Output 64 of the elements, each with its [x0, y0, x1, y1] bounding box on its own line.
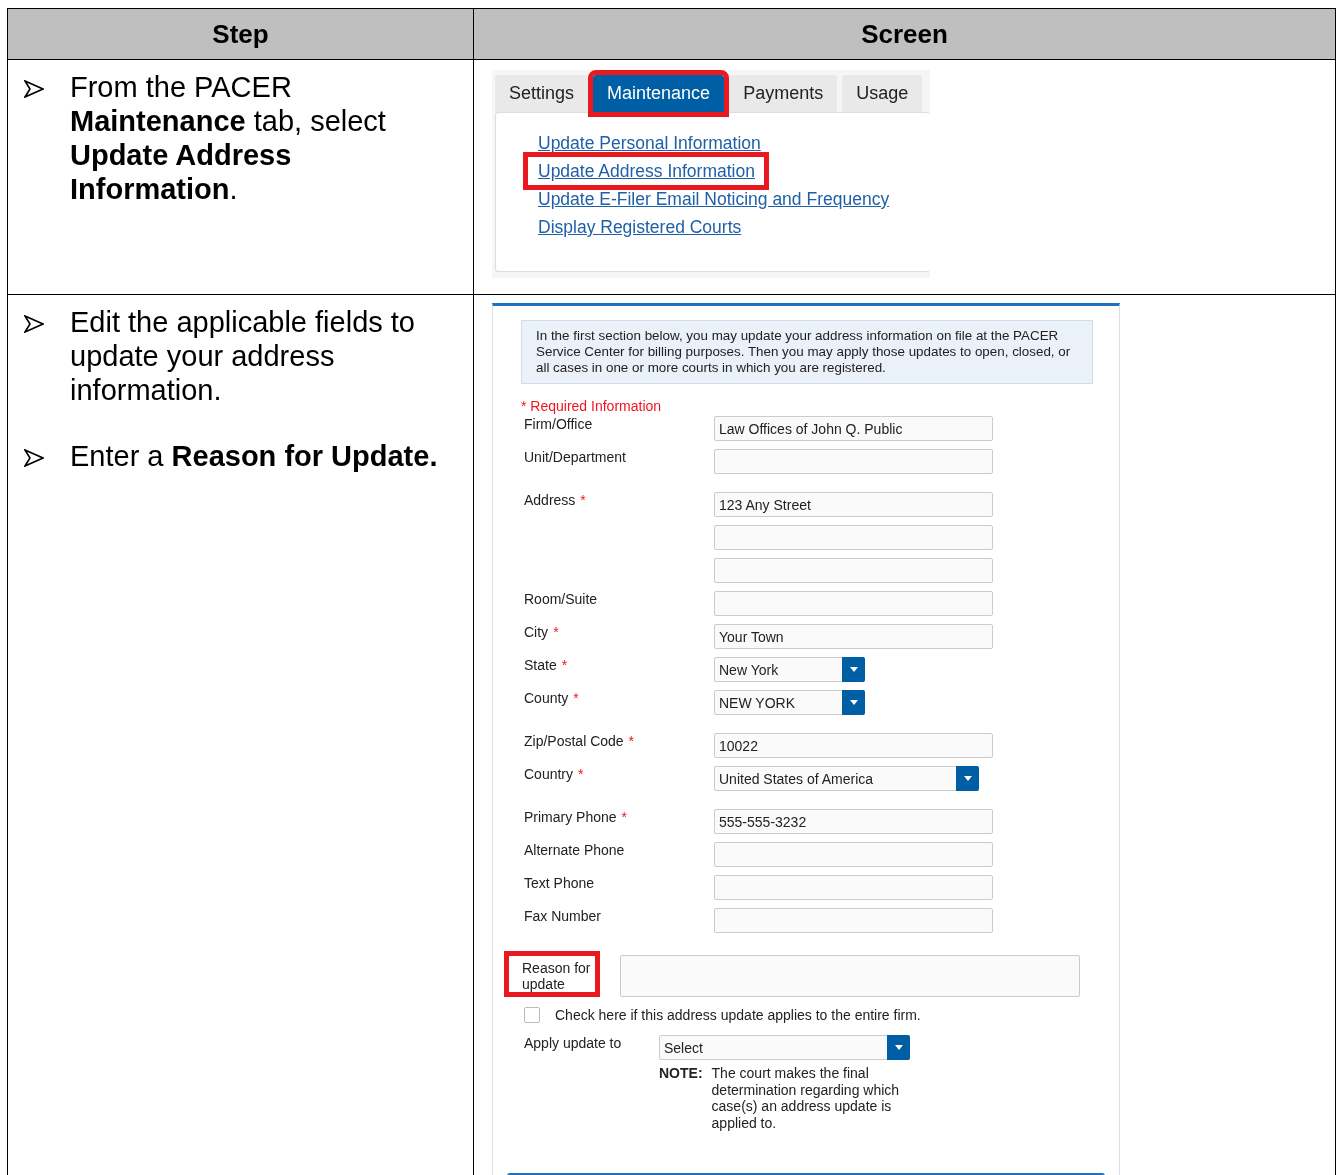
text-field[interactable]	[714, 525, 993, 550]
required-marker: *	[621, 809, 628, 825]
text-field[interactable]: 123 Any Street	[714, 492, 993, 517]
info-banner: In the first section below, you may update your address information on file at the PACER Service Center for billing purposes. Then you may apply those updates to open, closed, or all cases in one or more courts in which you are registered.	[521, 320, 1093, 384]
required-marker: *	[573, 690, 579, 706]
field-label: Primary Phone	[524, 809, 617, 825]
dropdown[interactable]: United States of America	[714, 766, 979, 791]
field-label: Unit/Department	[524, 449, 626, 465]
required-marker: *	[561, 657, 568, 673]
field-label: Fax Number	[524, 908, 602, 924]
text-field[interactable]	[714, 591, 993, 616]
field-label: Text Phone	[524, 875, 595, 891]
column-header: Screen	[473, 8, 1336, 60]
field-label: City	[524, 624, 549, 640]
field-label: Alternate Phone	[524, 842, 625, 858]
tab[interactable]: Usage	[842, 75, 923, 112]
text-field[interactable]: 555-555-3232	[714, 809, 993, 834]
dropdown[interactable]: New York	[714, 657, 865, 682]
checkbox-label: Check here if this address update applies to the entire firm.	[555, 1007, 921, 1023]
required-marker: *	[628, 733, 635, 749]
field-label: Apply update to	[524, 1035, 622, 1051]
field-label: Firm/Office	[524, 416, 593, 432]
text-field[interactable]	[714, 908, 993, 933]
text-field[interactable]: Law Offices of John Q. Public	[714, 416, 993, 441]
step-text: From the PACER Maintenance tab, select Update Address Information.	[70, 70, 387, 206]
text-field[interactable]	[714, 449, 993, 474]
arrowhead-bullet-icon	[24, 315, 44, 333]
column-header: Step	[7, 8, 474, 60]
field-label: Reason for update	[504, 951, 600, 997]
menu-link[interactable]: Update Address Information	[538, 161, 755, 181]
caret-icon	[849, 667, 858, 672]
field-label: County	[524, 690, 569, 706]
field-label: Zip/Postal Code	[524, 733, 624, 749]
dropdown[interactable]: Select	[659, 1035, 910, 1060]
field-label: Address	[524, 492, 576, 508]
required-marker: *	[578, 766, 584, 782]
required-marker: *	[580, 492, 586, 508]
arrowhead-bullet-icon	[24, 449, 44, 467]
dropdown[interactable]: NEW YORK	[714, 690, 865, 715]
checkbox[interactable]	[524, 1007, 540, 1023]
text-area[interactable]	[620, 955, 1080, 997]
text-field[interactable]: Your Town	[714, 624, 993, 649]
note-text: The court makes the final determination regarding which case(s) an address update is applied to.	[711, 1065, 901, 1131]
field-label: Room/Suite	[524, 591, 598, 607]
required-marker: *	[553, 624, 559, 640]
text-field[interactable]	[714, 558, 993, 583]
text-field[interactable]: 10022	[714, 733, 993, 758]
required-note: * Required Information	[521, 398, 663, 414]
tab[interactable]: Payments	[729, 75, 838, 112]
text-field[interactable]	[714, 875, 993, 900]
text-field[interactable]	[714, 842, 993, 867]
caret-icon	[894, 1045, 903, 1050]
tab[interactable]: Settings	[495, 75, 589, 112]
caret-icon	[963, 776, 972, 781]
field-label: State	[524, 657, 557, 673]
arrowhead-bullet-icon	[24, 80, 44, 98]
menu-link[interactable]: Update E-Filer Email Noticing and Frequency	[538, 185, 890, 213]
note-label: NOTE:	[659, 1065, 703, 1083]
step-text: Edit the applicable fields to update your address information.	[70, 305, 416, 407]
menu-link[interactable]: Display Registered Courts	[538, 213, 742, 241]
field-label: Country	[524, 766, 574, 782]
caret-icon	[849, 700, 858, 705]
menu-link[interactable]: Update Personal Information	[538, 129, 761, 157]
step-text: Enter a Reason for Update.	[70, 439, 438, 473]
